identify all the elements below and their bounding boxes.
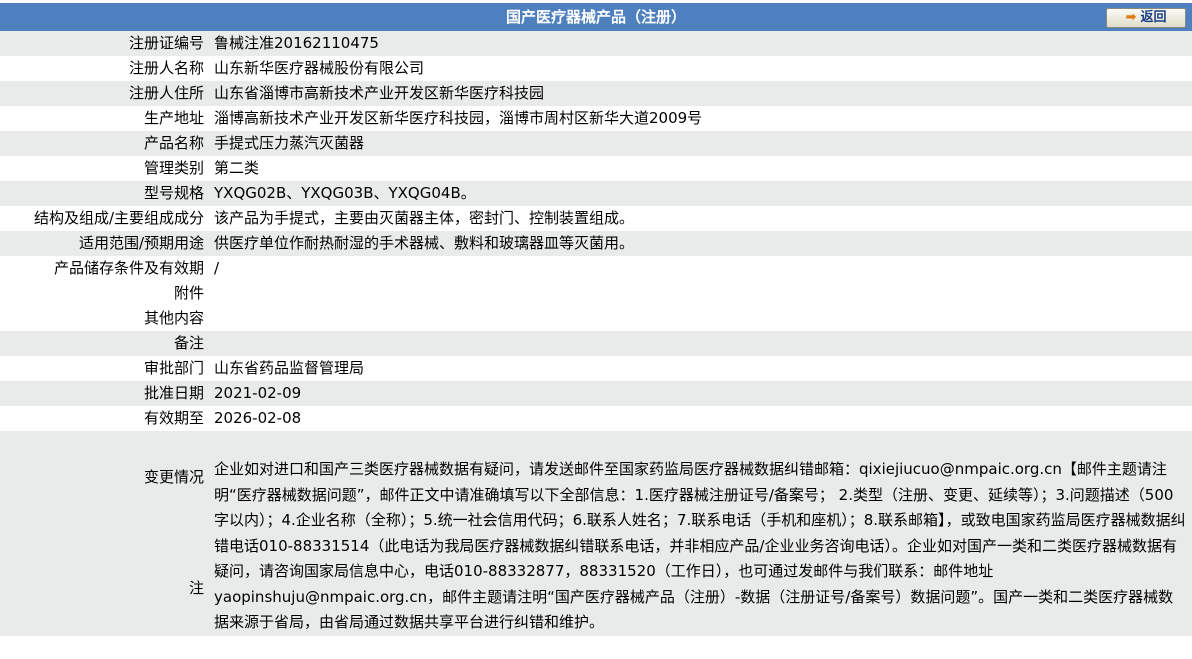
table-row: 注册人住所 山东省淄博市高新技术产业开发区新华医疗科技园 xyxy=(0,81,1192,106)
detail-table: 注册证编号 鲁械注准20162110475 注册人名称 山东新华医疗器械股份有限公司… xyxy=(0,31,1192,636)
row-label: 型号规格 xyxy=(0,181,206,206)
row-label: 变更情况 xyxy=(143,468,204,487)
table-row: 有效期至 2026-02-08 xyxy=(0,406,1192,431)
table-row: 型号规格 YXQG02B、YXQG03B、YXQG04B。 xyxy=(0,181,1192,206)
note-label: 注 xyxy=(188,579,204,598)
row-label: 产品名称 xyxy=(0,131,206,156)
row-label: 其他内容 xyxy=(0,306,206,331)
table-row: 备注 xyxy=(0,331,1192,356)
row-value: 山东省淄博市高新技术产业开发区新华医疗科技园 xyxy=(206,81,1192,106)
row-label: 生产地址 xyxy=(0,106,206,131)
table-row: 注册人名称 山东新华医疗器械股份有限公司 xyxy=(0,56,1192,81)
table-row: 生产地址 淄博高新技术产业开发区新华医疗科技园，淄博市周村区新华大道2009号 xyxy=(0,106,1192,131)
row-label: 适用范围/预期用途 xyxy=(0,231,206,256)
page-title: 国产医疗器械产品（注册） xyxy=(505,8,686,26)
row-value: 2026-02-08 xyxy=(206,406,1192,431)
row-label: 审批部门 xyxy=(0,356,206,381)
row-value: 淄博高新技术产业开发区新华医疗科技园，淄博市周村区新华大道2009号 xyxy=(206,106,1192,131)
row-label: 管理类别 xyxy=(0,156,206,181)
table-row: 结构及组成/主要组成成分 该产品为手提式，主要由灭菌器主体，密封门、控制装置组成。 xyxy=(0,206,1192,231)
table-row: 批准日期 2021-02-09 xyxy=(0,381,1192,406)
table-row: 产品名称 手提式压力蒸汽灭菌器 xyxy=(0,131,1192,156)
row-label: 附件 xyxy=(0,281,206,306)
row-label: 产品储存条件及有效期 xyxy=(0,256,206,281)
row-value: 山东省药品监督管理局 xyxy=(206,356,1192,381)
row-value: 第二类 xyxy=(206,156,1192,181)
back-button-label: 返回 xyxy=(1140,10,1167,25)
row-value: 山东新华医疗器械股份有限公司 xyxy=(206,56,1192,81)
arrow-right-icon: ➡ xyxy=(1125,10,1137,25)
note-row: 变更情况 注 企业如对进口和国产三类医疗器械数据有疑问，请发送邮件至国家药监局医… xyxy=(0,431,1192,636)
detail-page: 国产医疗器械产品（注册） ➡ 返回 注册证编号 鲁械注准20162110475 注册… xyxy=(0,0,1192,636)
row-value: / xyxy=(206,256,1192,281)
row-value: 该产品为手提式，主要由灭菌器主体，密封门、控制装置组成。 xyxy=(206,206,1192,231)
row-value xyxy=(206,331,1192,356)
table-row: 适用范围/预期用途 供医疗单位作耐热耐湿的手术器械、敷料和玻璃器皿等灭菌用。 xyxy=(0,231,1192,256)
row-value xyxy=(206,281,1192,306)
row-value: 供医疗单位作耐热耐湿的手术器械、敷料和玻璃器皿等灭菌用。 xyxy=(206,231,1192,256)
page-header: 国产医疗器械产品（注册） ➡ 返回 xyxy=(0,0,1192,31)
row-value: 手提式压力蒸汽灭菌器 xyxy=(206,131,1192,156)
row-label: 注册人住所 xyxy=(0,81,206,106)
row-label: 注册人名称 xyxy=(0,56,206,81)
row-label: 备注 xyxy=(0,331,206,356)
row-label: 结构及组成/主要组成成分 xyxy=(0,206,206,231)
row-label: 有效期至 xyxy=(0,406,206,431)
row-label: 注册证编号 xyxy=(0,31,206,56)
back-button[interactable]: ➡ 返回 xyxy=(1106,8,1186,28)
row-label: 批准日期 xyxy=(0,381,206,406)
table-row: 产品储存条件及有效期 / xyxy=(0,256,1192,281)
note-text: 企业如对进口和国产三类医疗器械数据有疑问，请发送邮件至国家药监局医疗器械数据纠错… xyxy=(206,431,1192,636)
note-label-cell: 变更情况 注 xyxy=(0,431,206,636)
row-value: 2021-02-09 xyxy=(206,381,1192,406)
table-row: 审批部门 山东省药品监督管理局 xyxy=(0,356,1192,381)
table-row: 注册证编号 鲁械注准20162110475 xyxy=(0,31,1192,56)
table-row: 其他内容 xyxy=(0,306,1192,331)
row-value: 鲁械注准20162110475 xyxy=(206,31,1192,56)
row-value: YXQG02B、YXQG03B、YXQG04B。 xyxy=(206,181,1192,206)
table-row: 附件 xyxy=(0,281,1192,306)
table-row: 管理类别 第二类 xyxy=(0,156,1192,181)
row-value xyxy=(206,306,1192,331)
